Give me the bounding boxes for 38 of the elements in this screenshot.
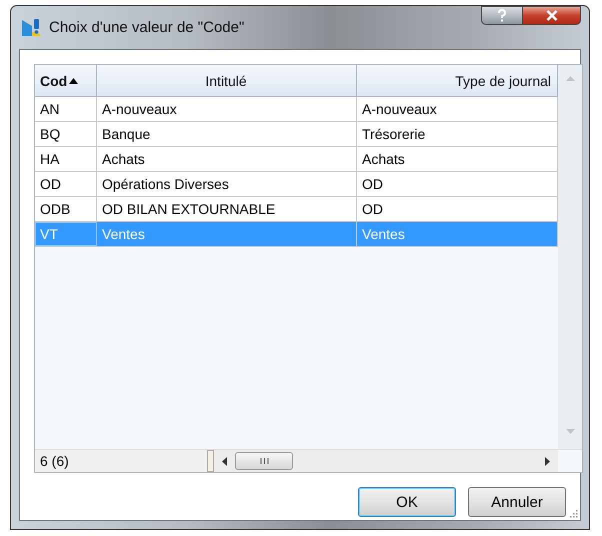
table-cell: HA: [35, 147, 97, 171]
question-mark-icon: [497, 9, 507, 22]
table-cell: Banque: [97, 122, 357, 146]
dialog-button[interactable]: OK: [358, 487, 456, 517]
grip-icon: [260, 458, 268, 464]
table-row[interactable]: OD Opérations Diverses OD: [35, 172, 558, 197]
table-row[interactable]: AN A-nouveaux A-nouveaux: [35, 97, 558, 122]
table-cell: OD BILAN EXTOURNABLE: [97, 197, 357, 221]
table-row[interactable]: BQ Banque Trésorerie: [35, 122, 558, 147]
window-title: Choix d'une valeur de "Code": [49, 19, 244, 36]
app-logo-icon: [21, 18, 43, 38]
horizontal-scrollbar[interactable]: [214, 450, 558, 472]
resize-grip-icon[interactable]: [570, 510, 578, 518]
table-cell: Achats: [97, 147, 357, 171]
scroll-right-arrow-icon[interactable]: [545, 456, 550, 466]
table-cell: A-nouveaux: [97, 97, 357, 121]
table-cell: OD: [35, 172, 97, 196]
column-header[interactable]: Intitulé: [97, 65, 357, 96]
close-icon: [546, 10, 558, 21]
splitter-handle[interactable]: [207, 450, 214, 472]
scroll-up-arrow-icon[interactable]: [566, 75, 574, 81]
table-cell: VT: [35, 222, 97, 246]
vertical-scrollbar[interactable]: [558, 65, 582, 449]
close-button[interactable]: [523, 6, 581, 25]
table-cell: BQ: [35, 122, 97, 146]
column-header[interactable]: Cod: [35, 65, 97, 96]
table-row[interactable]: ODB OD BILAN EXTOURNABLE OD: [35, 197, 558, 222]
table-cell: Ventes: [97, 222, 357, 246]
record-count: 6 (6): [35, 450, 207, 472]
scrollbar-thumb[interactable]: [235, 452, 293, 470]
table-row[interactable]: HA Achats Achats: [35, 147, 558, 172]
scroll-left-arrow-icon[interactable]: [222, 456, 227, 466]
scroll-down-arrow-icon[interactable]: [566, 429, 574, 435]
table-cell: Opérations Diverses: [97, 172, 357, 196]
table-cell: AN: [35, 97, 97, 121]
table-cell: ODB: [35, 197, 97, 221]
dialog-button[interactable]: Annuler: [468, 487, 566, 517]
help-button[interactable]: [481, 6, 523, 25]
